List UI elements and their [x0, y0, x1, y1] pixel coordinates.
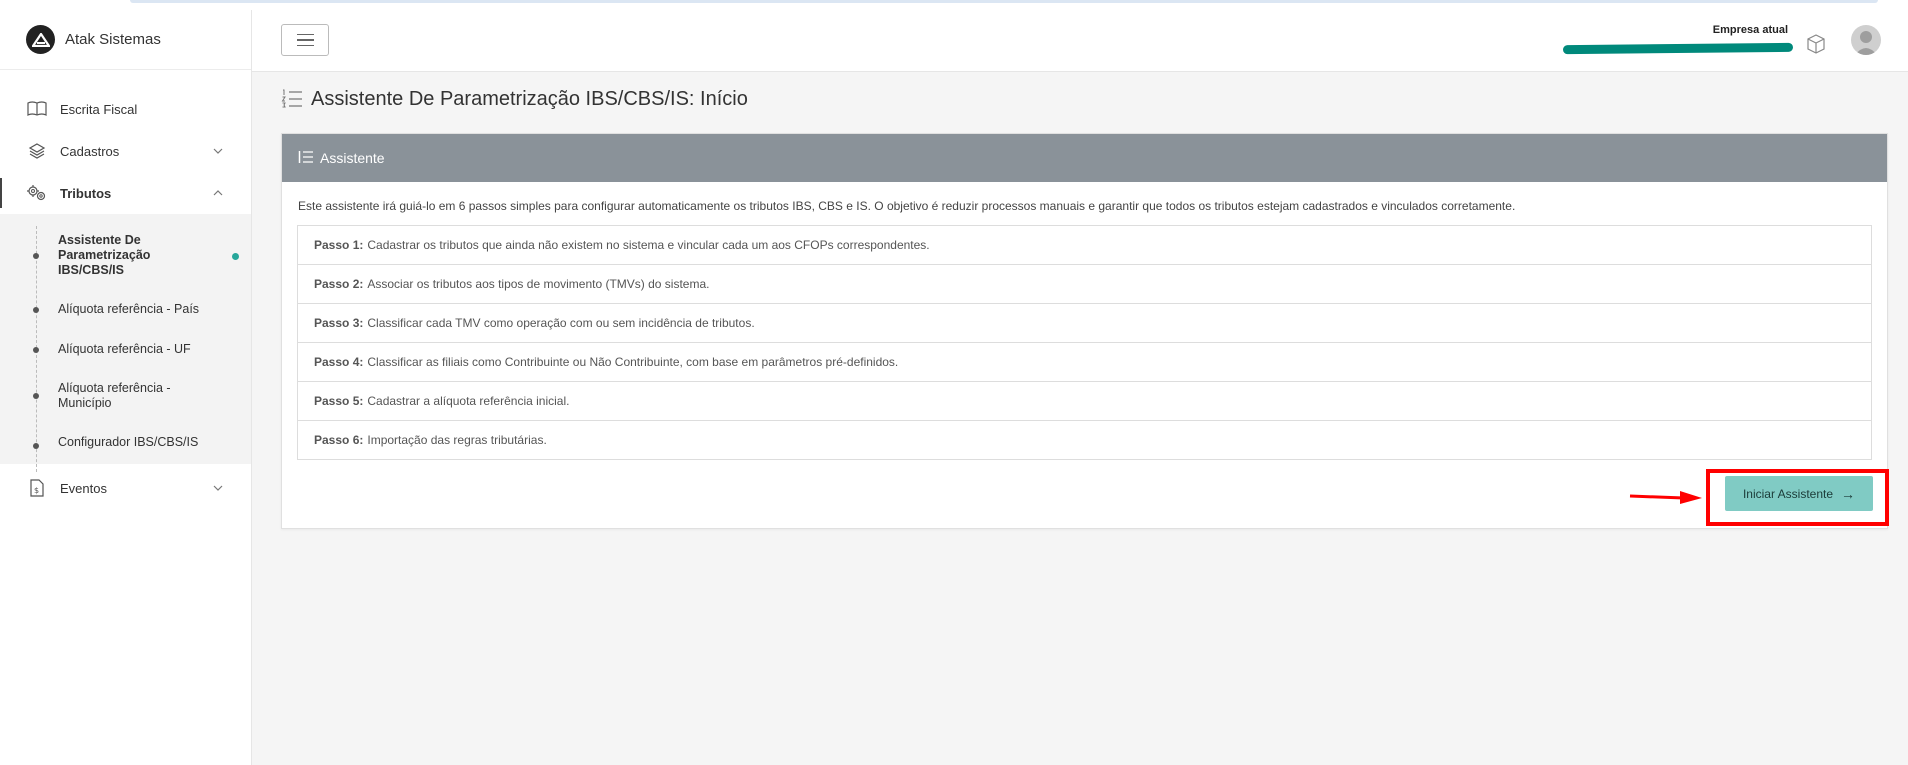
submenu-item-aliquota-uf[interactable]: Alíquota referência - UF: [0, 334, 251, 365]
active-indicator-icon: [232, 252, 239, 260]
book-icon: [26, 98, 48, 120]
sidebar-item-eventos[interactable]: $ Eventos: [0, 467, 251, 509]
menu-toggle-button[interactable]: [281, 24, 329, 56]
annotation-arrow-icon: [1629, 491, 1702, 504]
step-text: Cadastrar os tributos que ainda não exis…: [367, 238, 930, 252]
bullet-icon: [33, 346, 39, 353]
sidebar-item-tributos[interactable]: Tributos: [0, 172, 251, 214]
list-item: Passo 4: Classificar as filiais como Cont…: [298, 343, 1871, 382]
submenu-item-label: Assistente De Parametrização IBS/CBS/IS: [58, 233, 151, 277]
submenu-item-label: Configurador IBS/CBS/IS: [58, 435, 199, 449]
list-item: Passo 5: Cadastrar a alíquota referência …: [298, 382, 1871, 421]
chevron-up-icon: [213, 187, 223, 199]
steps-list: Passo 1: Cadastrar os tributos que ainda …: [297, 225, 1872, 460]
hamburger-line: [296, 44, 314, 47]
submenu-item-assistente[interactable]: Assistente De Parametrização IBS/CBS/IS: [0, 226, 251, 285]
step-label: Passo 6:: [314, 433, 364, 447]
sidebar-item-escrita-fiscal[interactable]: Escrita Fiscal: [0, 88, 251, 130]
page-title-wrap: Assistente De Parametrização IBS/CBS/IS:…: [281, 88, 748, 111]
layers-icon: [26, 140, 48, 162]
bullet-icon: [33, 306, 39, 313]
top-header: Empresa atual: [252, 10, 1908, 72]
sidebar-nav: Escrita Fiscal Cadastros Tributos Assist…: [0, 70, 251, 509]
hamburger-line: [296, 39, 314, 41]
company-selector[interactable]: [1562, 42, 1794, 55]
brand-name: Atak Sistemas: [65, 31, 161, 48]
submenu-item-label: Alíquota referência - Município: [58, 381, 171, 410]
sidebar-item-cadastros[interactable]: Cadastros: [0, 130, 251, 172]
submenu-item-aliquota-pais[interactable]: Alíquota referência - País: [0, 294, 251, 325]
submenu-item-configurador[interactable]: Configurador IBS/CBS/IS: [0, 427, 251, 464]
hamburger-line: [296, 33, 314, 36]
svg-text:$: $: [34, 486, 39, 495]
step-label: Passo 1:: [314, 238, 364, 252]
step-text: Classificar cada TMV como operação com o…: [367, 316, 755, 330]
top-strip: [0, 0, 1908, 10]
chevron-down-icon: [213, 482, 223, 494]
card-header-title: Assistente: [320, 150, 385, 166]
step-label: Passo 2:: [314, 277, 364, 291]
tributos-submenu: Assistente De Parametrização IBS/CBS/IS …: [0, 214, 251, 472]
list-item: Passo 6: Importação das regras tributária…: [298, 421, 1871, 459]
address-bar: [130, 0, 1878, 3]
document-dollar-icon: $: [26, 477, 48, 499]
step-label: Passo 3:: [314, 316, 364, 330]
sidebar-item-label: Eventos: [60, 480, 107, 496]
submenu-item-label: Alíquota referência - UF: [58, 342, 191, 356]
list-ordered-icon: [298, 150, 314, 166]
step-label: Passo 4:: [314, 355, 364, 369]
avatar[interactable]: [1851, 25, 1881, 55]
gears-icon: [26, 182, 48, 204]
submenu-item-label: Alíquota referência - País: [58, 302, 200, 316]
list-item: Passo 3: Classificar cada TMV como operaç…: [298, 304, 1871, 343]
annotation-highlight-box: [1706, 469, 1889, 526]
list-ordered-icon: [281, 89, 303, 111]
sidebar: Atak Sistemas Escrita Fiscal Cadastros T…: [0, 10, 252, 765]
sidebar-item-label: Tributos: [60, 185, 112, 201]
step-text: Importação das regras tributárias.: [367, 433, 547, 447]
page-title: Assistente De Parametrização IBS/CBS/IS:…: [311, 88, 748, 110]
step-label: Passo 5:: [314, 394, 364, 408]
list-item: Passo 1: Cadastrar os tributos que ainda …: [298, 226, 1871, 265]
card-description: Este assistente irá guiá-lo em 6 passos …: [298, 199, 1516, 213]
step-text: Cadastrar a alíquota referência inicial.: [367, 394, 570, 408]
list-item: Passo 2: Associar os tributos aos tipos d…: [298, 265, 1871, 304]
company-label: Empresa atual: [1712, 24, 1788, 36]
step-text: Associar os tributos aos tipos de movime…: [367, 277, 710, 291]
chevron-down-icon: [213, 145, 223, 157]
step-text: Classificar as filiais como Contribuinte…: [367, 355, 899, 369]
sidebar-item-label: Cadastros: [60, 143, 120, 159]
bullet-icon: [33, 442, 39, 449]
sidebar-item-label: Escrita Fiscal: [60, 101, 138, 117]
brand[interactable]: Atak Sistemas: [0, 10, 251, 70]
card-header: Assistente: [282, 134, 1887, 182]
brand-logo-icon: [26, 25, 55, 54]
submenu-item-aliquota-municipio[interactable]: Alíquota referência - Município: [0, 373, 251, 419]
bullet-icon: [33, 393, 39, 399]
assistant-card: Assistente Este assistente irá guiá-lo e…: [281, 133, 1888, 529]
cube-icon[interactable]: [1804, 32, 1828, 56]
bullet-icon: [33, 252, 39, 259]
